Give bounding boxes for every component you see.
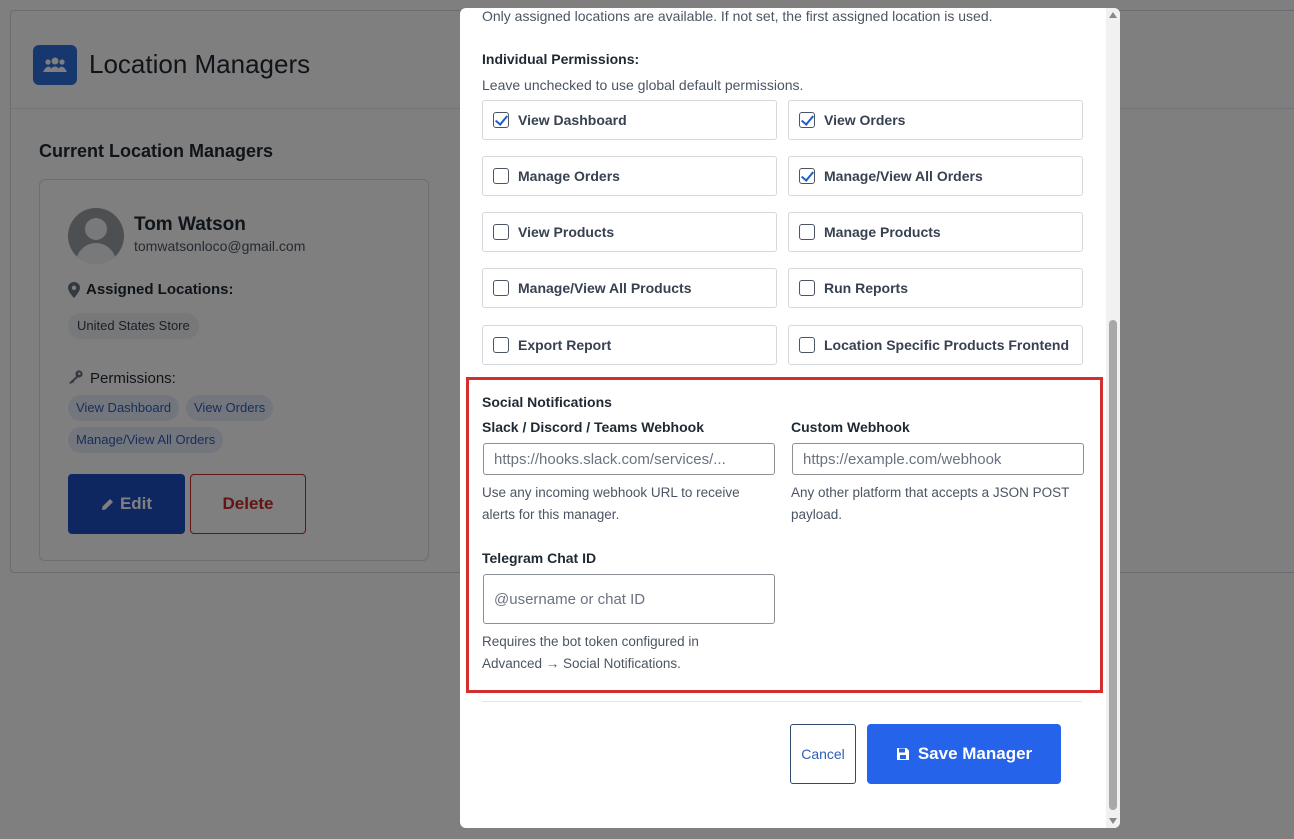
perm-run-reports[interactable]: Run Reports	[788, 268, 1083, 308]
perm-export-report[interactable]: Export Report	[482, 325, 777, 365]
location-help-text: Only assigned locations are available. I…	[482, 8, 993, 24]
perm-manage-orders[interactable]: Manage Orders	[482, 156, 777, 196]
checkbox[interactable]	[799, 280, 815, 296]
scroll-up-arrow-icon[interactable]	[1109, 12, 1117, 18]
save-manager-button[interactable]: Save Manager	[867, 724, 1061, 784]
perm-view-dashboard[interactable]: View Dashboard	[482, 100, 777, 140]
edit-manager-modal: Only assigned locations are available. I…	[460, 8, 1120, 828]
cancel-button[interactable]: Cancel	[790, 724, 856, 784]
telegram-chat-id-help: Requires the bot token configured in Adv…	[482, 634, 699, 671]
checkbox[interactable]	[799, 112, 815, 128]
scrollbar-thumb[interactable]	[1109, 320, 1117, 810]
checkbox[interactable]	[799, 168, 815, 184]
telegram-chat-id-label: Telegram Chat ID	[482, 550, 597, 566]
checkbox[interactable]	[493, 168, 509, 184]
slack-webhook-help: Use any incoming webhook URL to receive …	[482, 485, 740, 522]
checkbox[interactable]	[799, 337, 815, 353]
perm-view-products[interactable]: View Products	[482, 212, 777, 252]
scroll-down-arrow-icon[interactable]	[1109, 818, 1117, 824]
checkbox[interactable]	[493, 337, 509, 353]
custom-webhook-help: Any other platform that accepts a JSON P…	[791, 485, 1070, 522]
perm-manage-view-all-orders[interactable]: Manage/View All Orders	[788, 156, 1083, 196]
modal-scrollbar[interactable]	[1106, 8, 1120, 828]
floppy-disk-icon	[896, 748, 909, 760]
checkbox[interactable]	[493, 280, 509, 296]
custom-webhook-label: Custom Webhook	[791, 419, 910, 435]
perm-location-specific-products-frontend[interactable]: Location Specific Products Frontend	[788, 325, 1083, 365]
perm-manage-products[interactable]: Manage Products	[788, 212, 1083, 252]
checkbox[interactable]	[799, 224, 815, 240]
slack-webhook-input[interactable]	[483, 443, 775, 475]
checkbox[interactable]	[493, 224, 509, 240]
save-manager-label: Save Manager	[917, 744, 1033, 763]
perm-manage-view-all-products[interactable]: Manage/View All Products	[482, 268, 777, 308]
individual-permissions-title: Individual Permissions:	[482, 51, 640, 67]
custom-webhook-input[interactable]	[792, 443, 1084, 475]
social-notifications-title: Social Notifications	[482, 394, 612, 410]
slack-webhook-label: Slack / Discord / Teams Webhook	[482, 419, 704, 435]
footer-divider	[482, 701, 1082, 702]
individual-permissions-help: Leave unchecked to use global default pe…	[482, 77, 804, 93]
checkbox[interactable]	[493, 112, 509, 128]
perm-view-orders[interactable]: View Orders	[788, 100, 1083, 140]
telegram-chat-id-input[interactable]	[483, 574, 775, 624]
